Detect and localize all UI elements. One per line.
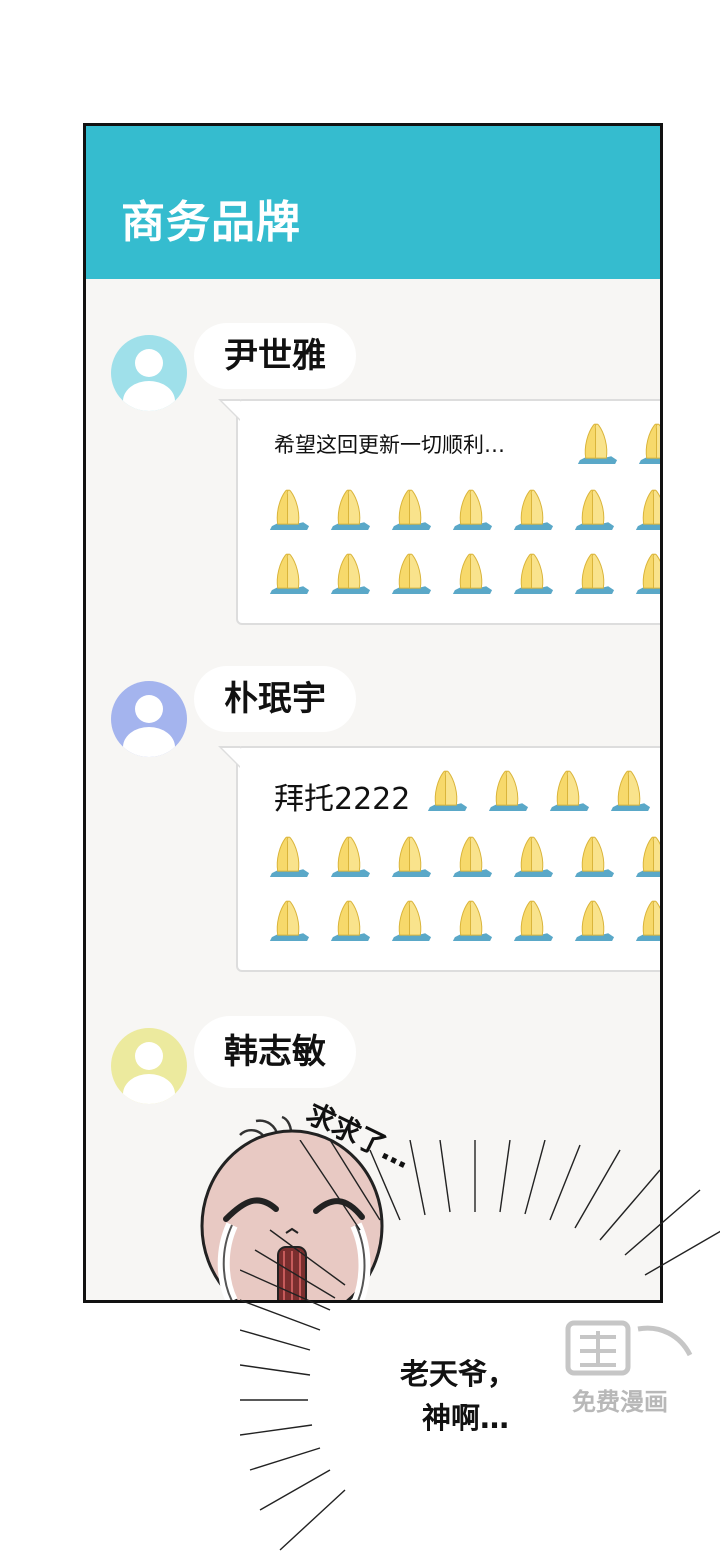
folded-hands-icon	[327, 487, 372, 532]
folded-hands-icon	[388, 487, 433, 532]
folded-hands-icon	[635, 421, 660, 466]
folded-hands-icon	[388, 898, 433, 943]
folded-hands-icon	[327, 834, 372, 879]
folded-hands-icon	[266, 898, 311, 943]
folded-hands-icon	[510, 487, 555, 532]
watermark-text: 免费漫画	[572, 1388, 668, 1416]
avatar-icon[interactable]	[111, 681, 187, 757]
folded-hands-icon	[388, 551, 433, 596]
folded-hands-icon	[510, 898, 555, 943]
folded-hands-icon	[546, 768, 591, 813]
folded-hands-icon	[266, 487, 311, 532]
folded-hands-icon	[510, 834, 555, 879]
folded-hands-icon	[632, 898, 660, 943]
avatar-icon[interactable]	[111, 335, 187, 411]
folded-hands-icon	[449, 898, 494, 943]
folded-hands-icon	[571, 487, 616, 532]
message-bubble[interactable]: 拜托2222	[218, 746, 660, 972]
folded-hands-icon	[449, 487, 494, 532]
folded-hands-icon	[510, 551, 555, 596]
shout-line: 神啊…	[422, 1401, 510, 1435]
folded-hands-icon	[632, 551, 660, 596]
folded-hands-icon	[485, 768, 530, 813]
folded-hands-icon	[574, 421, 619, 466]
message-text: 希望这回更新一切顺利…	[274, 433, 505, 457]
folded-hands-icon	[571, 834, 616, 879]
folded-hands-icon	[571, 551, 616, 596]
folded-hands-icon	[571, 898, 616, 943]
sender-name: 尹世雅	[194, 323, 356, 389]
folded-hands-icon	[449, 551, 494, 596]
folded-hands-icon	[632, 487, 660, 532]
folded-hands-icon	[632, 834, 660, 879]
folded-hands-icon	[449, 834, 494, 879]
avatar-icon[interactable]	[111, 1028, 187, 1104]
message-bubble[interactable]: 希望这回更新一切顺利…	[218, 399, 660, 625]
folded-hands-icon	[266, 551, 311, 596]
folded-hands-icon	[424, 768, 469, 813]
message-text: 拜托2222	[274, 782, 411, 817]
folded-hands-icon	[266, 834, 311, 879]
folded-hands-icon	[388, 834, 433, 879]
folded-hands-icon	[327, 551, 372, 596]
shout-text: 老天爷， 神啊…	[400, 1352, 516, 1440]
sender-name: 韩志敏	[194, 1016, 356, 1088]
chat-header: 商务品牌	[86, 126, 660, 279]
folded-hands-icon	[607, 768, 652, 813]
folded-hands-icon	[327, 898, 372, 943]
sender-name: 朴珉宇	[194, 666, 356, 732]
shout-line: 老天爷，	[400, 1357, 517, 1391]
chat-title: 商务品牌	[121, 197, 301, 248]
